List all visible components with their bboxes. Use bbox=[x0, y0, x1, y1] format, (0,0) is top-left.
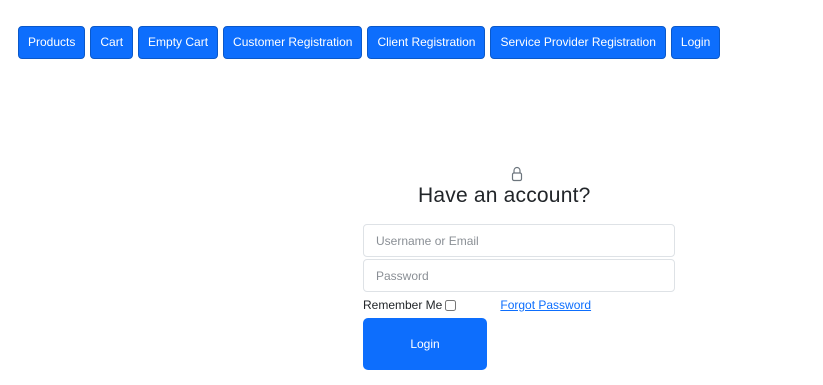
forgot-password-link[interactable]: Forgot Password bbox=[500, 298, 591, 312]
remember-me-label: Remember Me bbox=[363, 298, 443, 312]
password-input[interactable] bbox=[363, 259, 675, 292]
login-form: Have an account? Remember Me Forgot Pass… bbox=[363, 160, 675, 370]
lock-icon bbox=[511, 166, 523, 182]
login-title: Have an account? bbox=[418, 184, 591, 207]
nav-cart-button[interactable]: Cart bbox=[90, 26, 134, 59]
remember-me-checkbox[interactable] bbox=[445, 299, 457, 311]
nav-login-button[interactable]: Login bbox=[670, 26, 721, 59]
page: Products Cart Empty Cart Customer Regist… bbox=[0, 0, 823, 385]
username-input[interactable] bbox=[363, 224, 675, 257]
top-nav: Products Cart Empty Cart Customer Regist… bbox=[18, 26, 721, 59]
nav-customer-registration-button[interactable]: Customer Registration bbox=[223, 26, 363, 59]
nav-service-provider-registration-button[interactable]: Service Provider Registration bbox=[490, 26, 666, 59]
nav-empty-cart-button[interactable]: Empty Cart bbox=[138, 26, 219, 59]
remember-row: Remember Me Forgot Password bbox=[363, 297, 675, 313]
nav-client-registration-button[interactable]: Client Registration bbox=[367, 26, 486, 59]
login-submit-button[interactable]: Login bbox=[363, 318, 487, 370]
nav-products-button[interactable]: Products bbox=[18, 26, 86, 59]
